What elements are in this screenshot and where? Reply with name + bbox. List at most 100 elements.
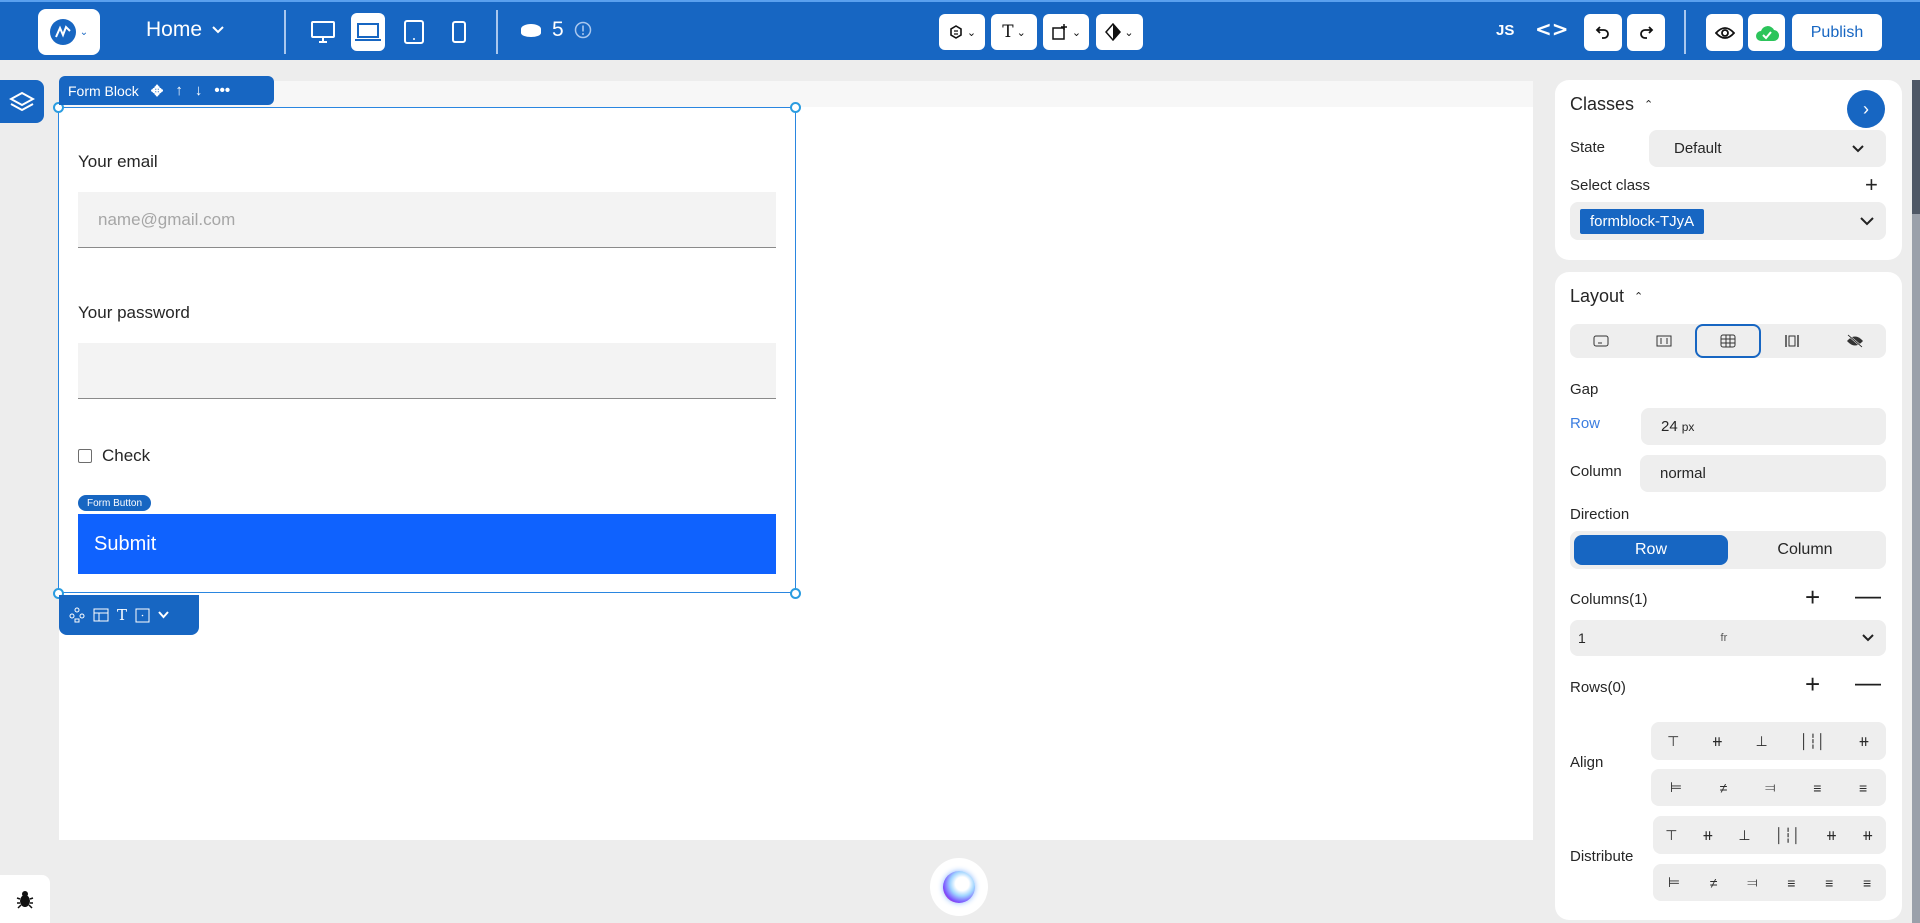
- save-status-button[interactable]: [1748, 14, 1785, 51]
- align-bottom-icon[interactable]: ⊥: [1756, 733, 1768, 750]
- distribute-stretch-icon[interactable]: │┆│: [1775, 827, 1801, 844]
- distribute-middle-icon[interactable]: ⧺: [1702, 827, 1714, 844]
- eye-icon: [1714, 26, 1735, 39]
- device-mobile-button[interactable]: [442, 13, 476, 51]
- box-icon[interactable]: [135, 608, 150, 623]
- submit-button[interactable]: Submit: [78, 514, 776, 574]
- device-laptop-button[interactable]: [351, 13, 385, 51]
- components-dropdown[interactable]: ⌄: [939, 14, 985, 50]
- move-icon[interactable]: ✥: [151, 82, 164, 100]
- password-field[interactable]: [78, 343, 776, 399]
- align-middle-icon[interactable]: ⧺: [1712, 733, 1724, 750]
- layout-header[interactable]: Layout ⌃: [1570, 286, 1643, 307]
- device-desktop-button[interactable]: [306, 13, 340, 51]
- chevron-down-icon: [1862, 634, 1874, 642]
- rows-label: Rows(0): [1570, 679, 1626, 696]
- direction-column-option[interactable]: Column: [1728, 535, 1882, 565]
- gap-column-label: Column: [1570, 463, 1622, 480]
- arrow-up-icon[interactable]: ↑: [175, 82, 183, 99]
- class-select[interactable]: formblock-TJyA: [1570, 202, 1886, 240]
- distribute-evenly-icon[interactable]: ⧺: [1862, 827, 1874, 844]
- columns-select[interactable]: 1 fr: [1570, 620, 1886, 656]
- bug-report-button[interactable]: [0, 875, 50, 923]
- hierarchy-icon[interactable]: [69, 607, 85, 623]
- distribute-top-icon[interactable]: ⊤: [1665, 827, 1677, 844]
- add-row-icon[interactable]: +: [1805, 669, 1820, 700]
- display-inline-button[interactable]: [1761, 324, 1823, 358]
- layers-button[interactable]: [0, 80, 44, 123]
- text-icon[interactable]: T: [117, 606, 127, 624]
- style-dropdown[interactable]: ⌄: [1096, 14, 1143, 50]
- code-view-button[interactable]: <>: [1535, 17, 1569, 41]
- columns-unit: fr: [1720, 632, 1728, 644]
- style-icon: [1105, 23, 1122, 41]
- columns-value: 1: [1578, 630, 1586, 646]
- align-stretch-icon[interactable]: │┆│: [1800, 733, 1826, 750]
- align-center-icon[interactable]: ≠: [1720, 780, 1728, 796]
- class-chip[interactable]: formblock-TJyA: [1580, 208, 1705, 234]
- pages-counter[interactable]: 5: [520, 18, 592, 42]
- align-justify-icon[interactable]: ≡: [1813, 780, 1821, 796]
- top-toolbar: ⌄ Home 5 ⌄ T ⌄ ⌄ ⌄ JS <> Publish: [0, 0, 1920, 60]
- text-dropdown[interactable]: T ⌄: [991, 14, 1037, 50]
- distribute-center-icon[interactable]: ≠: [1710, 875, 1718, 891]
- remove-row-icon[interactable]: —: [1855, 667, 1881, 698]
- arrow-down-icon[interactable]: ↓: [195, 82, 203, 99]
- chevron-down-icon: ⌄: [1124, 25, 1134, 39]
- publish-button[interactable]: Publish: [1792, 14, 1882, 51]
- pages-count: 5: [552, 18, 564, 41]
- block-icon: [1593, 335, 1609, 347]
- panel-next-button[interactable]: ›: [1847, 90, 1885, 128]
- gap-column-input[interactable]: normal: [1640, 455, 1886, 492]
- app-menu-button[interactable]: ⌄: [38, 9, 100, 55]
- resize-handle-top-right[interactable]: [790, 102, 801, 113]
- divider: [496, 10, 498, 54]
- distribute-bottom-icon[interactable]: ⊥: [1738, 827, 1750, 844]
- ai-assistant-button[interactable]: [930, 858, 988, 916]
- distribute-right-icon[interactable]: ⫤: [1747, 874, 1758, 891]
- remove-column-icon[interactable]: —: [1855, 580, 1881, 611]
- undo-button[interactable]: [1584, 14, 1622, 51]
- distribute-between-icon[interactable]: ≡: [1787, 875, 1795, 891]
- ai-orb-icon: [943, 871, 975, 903]
- distribute-around-icon[interactable]: ⧺: [1826, 827, 1838, 844]
- align-baseline-icon[interactable]: ⧺: [1858, 733, 1870, 750]
- display-block-button[interactable]: [1570, 324, 1632, 358]
- selection-toolbar: Form Block ✥ ↑ ↓ •••: [59, 76, 274, 105]
- display-flex-button[interactable]: [1632, 324, 1694, 358]
- align-right-icon[interactable]: ⫤: [1765, 779, 1776, 796]
- chevron-down-icon[interactable]: [158, 611, 169, 619]
- distribute-evenly-h-icon[interactable]: ≡: [1863, 875, 1871, 891]
- direction-row-option[interactable]: Row: [1574, 535, 1728, 565]
- classes-header[interactable]: Classes ⌃: [1570, 94, 1653, 115]
- page-selector[interactable]: Home: [146, 18, 224, 42]
- align-top-icon[interactable]: ⊤: [1667, 733, 1679, 750]
- panel-scrollbar-thumb[interactable]: [1912, 80, 1920, 214]
- add-class-icon[interactable]: +: [1865, 172, 1878, 198]
- info-icon[interactable]: [574, 21, 592, 39]
- device-tablet-button[interactable]: [397, 13, 431, 51]
- display-grid-button[interactable]: [1694, 324, 1762, 358]
- align-left-icon[interactable]: ⊨: [1670, 779, 1682, 796]
- js-button[interactable]: JS: [1496, 22, 1514, 39]
- add-element-dropdown[interactable]: ⌄: [1043, 14, 1089, 50]
- distribute-left-icon[interactable]: ⊨: [1668, 874, 1680, 891]
- chevron-up-icon: ⌃: [1644, 99, 1654, 111]
- tablet-icon: [404, 20, 424, 44]
- bug-icon: [16, 891, 34, 909]
- display-none-button[interactable]: [1824, 324, 1886, 358]
- gap-row-input[interactable]: 24 px: [1641, 408, 1886, 445]
- state-select[interactable]: Default: [1649, 130, 1886, 167]
- redo-button[interactable]: [1627, 14, 1665, 51]
- email-field[interactable]: [78, 192, 776, 248]
- distribute-around-h-icon[interactable]: ≡: [1825, 875, 1833, 891]
- more-icon[interactable]: •••: [214, 82, 230, 99]
- resize-handle-bottom-right[interactable]: [790, 588, 801, 599]
- align-space-icon[interactable]: ≡: [1859, 780, 1867, 796]
- add-column-icon[interactable]: +: [1805, 582, 1820, 613]
- chevron-down-icon: ⌄: [1016, 25, 1026, 39]
- checkbox-row[interactable]: Check: [78, 446, 150, 466]
- checkbox[interactable]: [78, 449, 92, 463]
- layout-icon[interactable]: [93, 608, 109, 622]
- preview-button[interactable]: [1706, 14, 1743, 51]
